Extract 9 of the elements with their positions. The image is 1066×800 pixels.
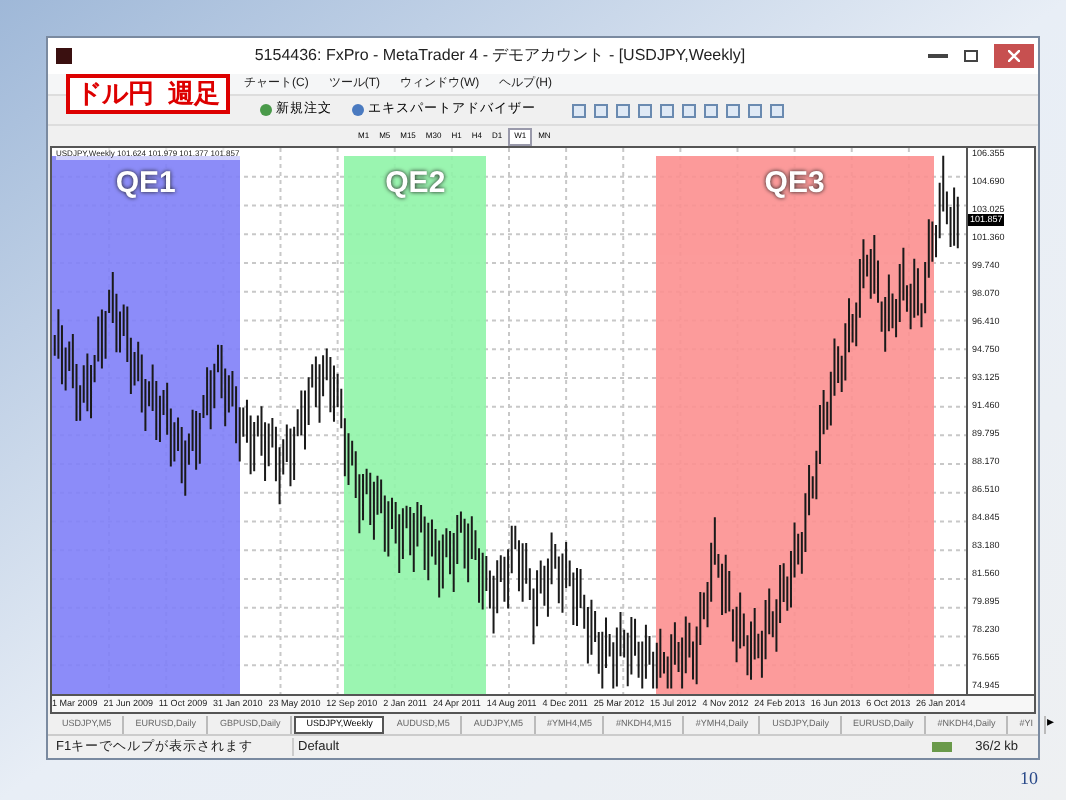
maximize-button[interactable]	[964, 50, 978, 62]
window-title: 5154436: FxPro - MetaTrader 4 - デモアカウント - [USDJPY,Weekly]	[252, 44, 748, 68]
page-number: 10	[1020, 765, 1038, 791]
overlay-label: ドル円 週足	[66, 74, 231, 114]
band-label: QE1	[115, 164, 176, 204]
close-button[interactable]	[994, 44, 1034, 68]
band-label: QE2	[385, 164, 446, 204]
close-icon	[1008, 50, 1020, 62]
band-label: QE3	[764, 164, 825, 204]
